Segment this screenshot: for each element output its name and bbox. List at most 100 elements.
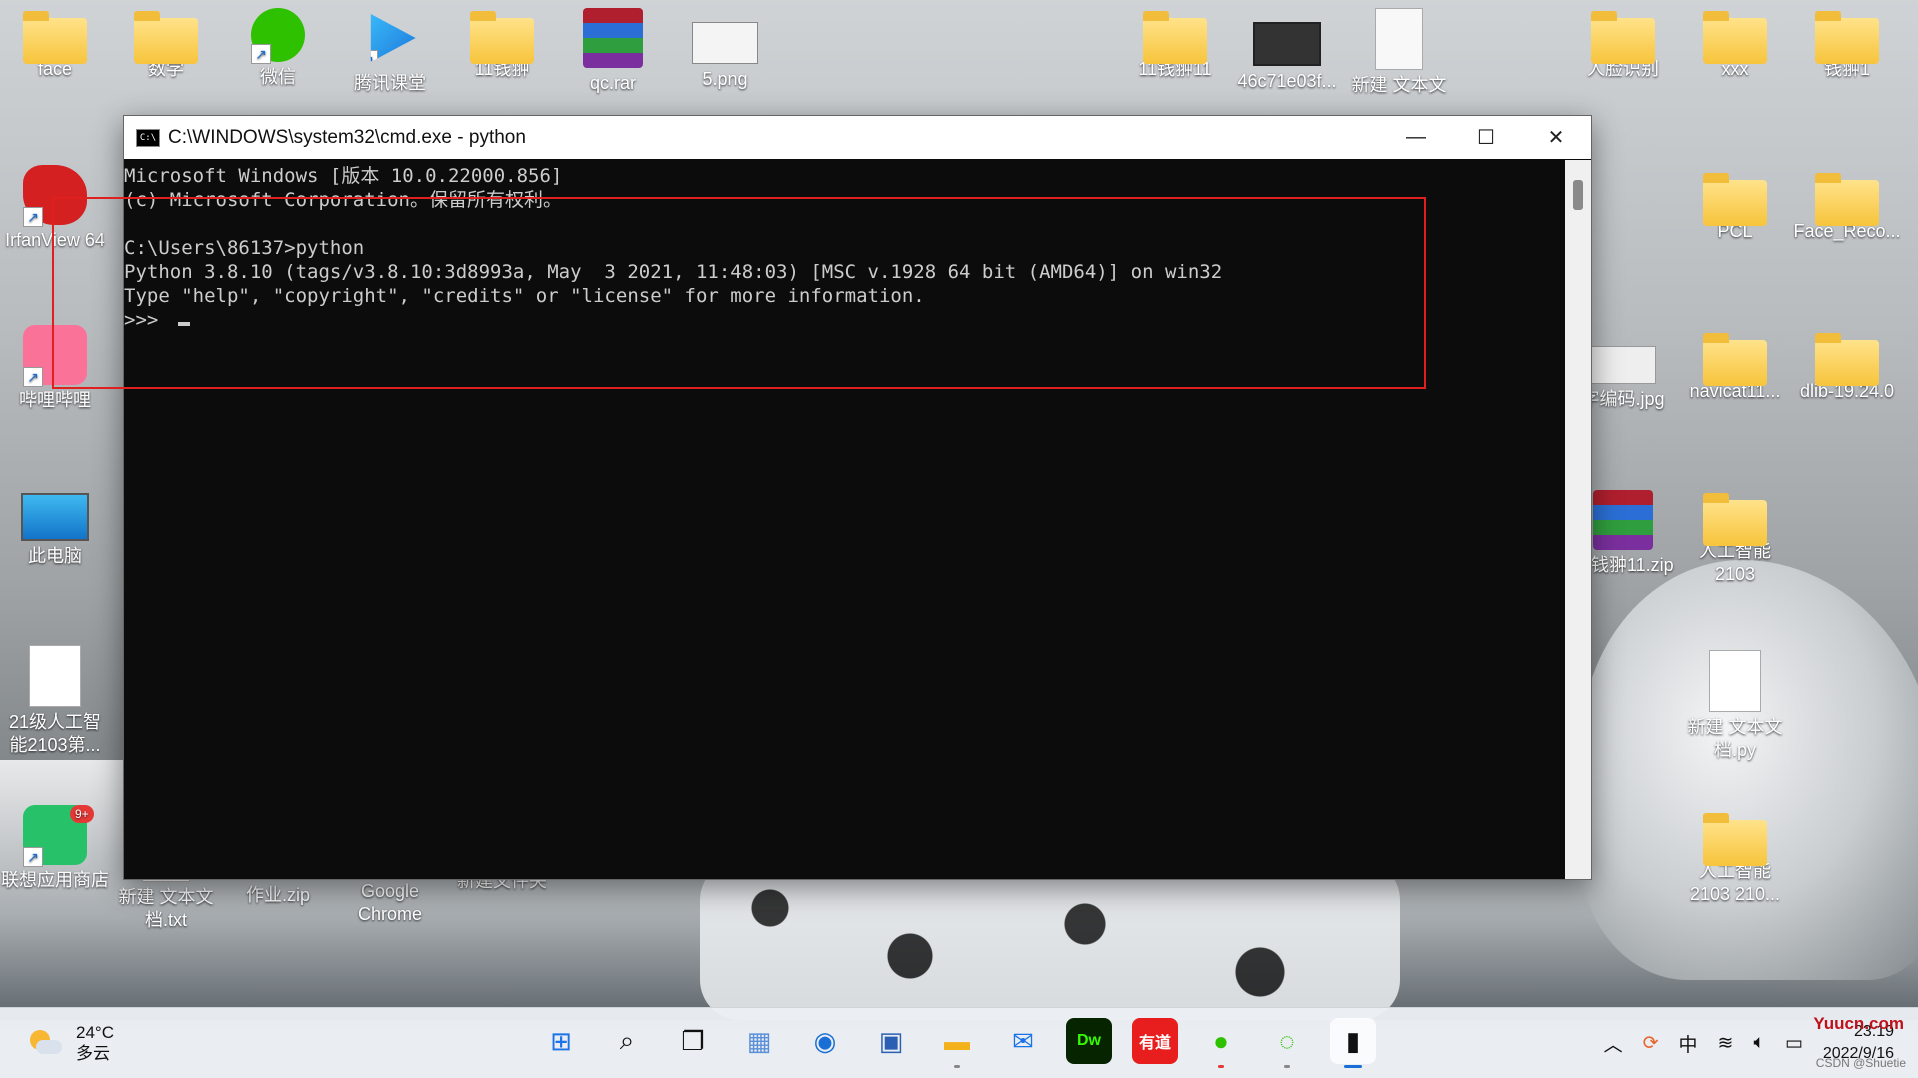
desktop-icon[interactable]: 46c71e03f... — [1232, 8, 1342, 93]
maximize-button[interactable]: ☐ — [1451, 116, 1521, 159]
weather-widget[interactable]: 24°C 多云 — [28, 1022, 114, 1064]
desktop-icon[interactable]: 数学 — [111, 8, 221, 81]
sync-icon[interactable]: ⟳ — [1643, 1032, 1659, 1055]
desktop-icon[interactable]: xxx — [1680, 8, 1790, 81]
excel-icon — [29, 645, 81, 707]
pc-icon — [21, 493, 89, 541]
desktop-icon-label: 新建 文本文 — [1351, 75, 1447, 95]
taskbar-glyph: 有道 — [1138, 1035, 1171, 1052]
dreamweaver-icon[interactable]: Dw — [1066, 1018, 1112, 1064]
desktop-icon[interactable]: qc.rar — [558, 8, 668, 95]
taskbar: 24°C 多云 ⊞ ⌕ ❐ ▦ ◉ ▣ ▬ ✉ Dw 有道 ● ◌ ▮ ︿ ⟳ 中 ≋ 🔈︎ ▭ 23:… — [0, 1007, 1918, 1078]
folder-icon — [1815, 11, 1879, 64]
battery-icon[interactable]: ▭ — [1785, 1032, 1803, 1055]
desktop-icon[interactable]: 钱翀1 — [1792, 8, 1902, 81]
desktop-icon-label: 人工智能2103 — [1699, 541, 1771, 584]
video-icon — [1253, 22, 1321, 66]
taskbar-glyph: ▦ — [746, 1025, 772, 1056]
vertical-scrollbar[interactable] — [1565, 160, 1591, 879]
taskbar-glyph: ✉ — [1012, 1025, 1034, 1056]
desktop-icon-label: 作业.zip — [245, 885, 310, 905]
desktop-icon-label: 腾讯课堂 — [354, 73, 426, 93]
desktop-icon[interactable]: ↗ 微信 — [223, 8, 333, 89]
partly-cloudy-icon — [28, 1028, 62, 1058]
desktop-icon-label: 联想应用商店 — [1, 870, 109, 890]
minimize-button[interactable]: — — [1381, 116, 1451, 159]
youdao-icon[interactable]: 有道 — [1132, 1018, 1178, 1064]
wechat-icon: ↗ — [251, 8, 305, 64]
chevron-up-icon[interactable]: ︿ — [1604, 1030, 1623, 1057]
desktop-icon[interactable]: ↗ 联想应用商店 9+ — [0, 805, 110, 892]
csdn-watermark: CSDN @Shuetie — [1815, 1056, 1906, 1070]
desktop-icon[interactable]: 5.png — [670, 8, 780, 91]
cmd-icon[interactable]: ▮ — [1330, 1018, 1376, 1068]
desktop-icon-label: 哔哩哔哩 — [19, 390, 91, 410]
shortcut-arrow-icon: ↗ — [23, 207, 43, 227]
desktop-icon-label: 微信 — [260, 67, 296, 87]
desktop-icon-label: 人工智能2103 210... — [1689, 861, 1781, 904]
rar-icon — [583, 8, 643, 68]
volume-icon[interactable]: 🔈︎ — [1753, 1032, 1764, 1054]
search-icon[interactable]: ⌕ — [604, 1018, 650, 1064]
taskbar-glyph: ◉ — [813, 1025, 837, 1056]
taskbar-apps: ⊞ ⌕ ❐ ▦ ◉ ▣ ▬ ✉ Dw 有道 ● ◌ ▮ — [538, 1018, 1376, 1068]
shortcut-arrow-icon: ↗ — [251, 44, 271, 64]
folder-icon — [1703, 493, 1767, 546]
window-title: C:\WINDOWS\system32\cmd.exe - python — [168, 126, 526, 148]
desktop-icon[interactable]: ↗ 腾讯课堂 — [335, 8, 445, 95]
task-view-icon[interactable]: ❐ — [670, 1018, 716, 1064]
taskbar-glyph: ⊞ — [550, 1025, 572, 1056]
ime-indicator[interactable]: 中 — [1679, 1030, 1698, 1057]
cmd-app-icon: C:\ — [136, 128, 160, 147]
desktop-icon-label: 46c71e03f... — [1237, 71, 1337, 91]
desktop-icon-label: Google Chrome — [357, 881, 423, 924]
wechat-icon[interactable]: ● — [1198, 1018, 1244, 1068]
desktop-icon[interactable]: face — [0, 8, 110, 81]
png-icon — [692, 22, 758, 64]
photos-icon[interactable]: ▦ — [736, 1018, 782, 1064]
desktop-icon[interactable]: 11钱翀 — [447, 8, 557, 81]
loader-icon[interactable]: ◌ — [1264, 1018, 1310, 1068]
tencent-icon: ↗ — [370, 14, 416, 62]
taskbar-glyph: ❐ — [681, 1025, 705, 1056]
store-icon[interactable]: ▣ — [868, 1018, 914, 1064]
shortcut-arrow-icon: ↗ — [23, 847, 43, 867]
start-icon[interactable]: ⊞ — [538, 1018, 584, 1064]
window-titlebar[interactable]: C:\ C:\WINDOWS\system32\cmd.exe - python… — [124, 116, 1591, 159]
desktop-icon-label: 新建 文本文档.py — [1687, 717, 1783, 760]
desktop-icon[interactable]: 11钱翀11 — [1120, 8, 1230, 81]
weather-desc: 多云 — [76, 1044, 110, 1063]
taskbar-glyph: ▬ — [944, 1025, 970, 1056]
folder-icon — [23, 11, 87, 64]
taskbar-glyph: ● — [1213, 1025, 1229, 1056]
desktop-icon[interactable]: 此电脑 — [0, 485, 110, 568]
desktop-icon[interactable]: 新建 文本文档.py — [1680, 650, 1790, 762]
running-indicator — [1344, 1065, 1362, 1068]
desktop-icon-label: 此电脑 — [28, 546, 82, 566]
folder-icon — [1143, 11, 1207, 64]
taskbar-glyph: ◌ — [1279, 1025, 1295, 1056]
desktop-icon[interactable]: dlib-19.24.0 — [1792, 330, 1902, 403]
desktop-icon[interactable]: navicat11... — [1680, 330, 1790, 403]
wifi-icon[interactable]: ≋ — [1718, 1032, 1734, 1055]
lenovo-icon[interactable]: ◉ — [802, 1018, 848, 1064]
desktop-icon-label: qc.rar — [589, 73, 636, 93]
desktop-icon[interactable]: Face_Reco... — [1792, 170, 1902, 243]
highlight-box — [52, 197, 1426, 389]
scrollbar-thumb[interactable] — [1573, 180, 1583, 210]
folder-icon — [470, 11, 534, 64]
folder-icon — [1703, 813, 1767, 866]
desktop-icon[interactable]: 新建 文本文 — [1344, 8, 1454, 97]
py-icon — [1709, 650, 1761, 712]
desktop-icon[interactable]: 人工智能2103 — [1680, 490, 1790, 586]
desktop-icon[interactable]: 人工智能2103 210... — [1680, 810, 1790, 906]
explorer-icon[interactable]: ▬ — [934, 1018, 980, 1068]
close-button[interactable]: ✕ — [1521, 116, 1591, 159]
mail-icon[interactable]: ✉ — [1000, 1018, 1046, 1064]
shortcut-arrow-icon: ↗ — [370, 50, 378, 62]
desktop-icon[interactable]: 21级人工智能2103第... — [0, 645, 110, 757]
taskbar-glyph: Dw — [1077, 1032, 1101, 1049]
folder-icon — [134, 11, 198, 64]
desktop-icon[interactable]: 人脸识别 — [1568, 8, 1678, 81]
desktop-icon[interactable]: PCL — [1680, 170, 1790, 243]
